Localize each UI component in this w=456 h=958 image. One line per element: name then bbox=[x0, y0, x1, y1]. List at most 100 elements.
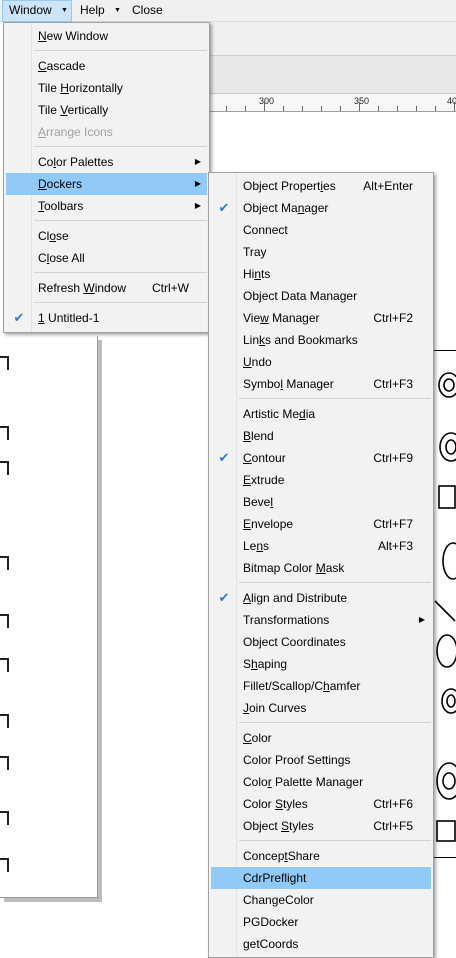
menu-item-label: Toolbars bbox=[38, 199, 84, 213]
menu-item-dockers[interactable]: Dockers ▶ bbox=[6, 173, 207, 195]
menu-item-symbol-manager[interactable]: Symbol Manager Ctrl+F3 bbox=[211, 373, 431, 395]
menu-item-bitmap-color-mask[interactable]: Bitmap Color Mask bbox=[211, 557, 431, 579]
page-mark bbox=[0, 658, 9, 672]
menu-bar: Window ▼ Help ▼ Close bbox=[0, 0, 456, 22]
submenu-arrow-icon: ▶ bbox=[194, 179, 201, 188]
menu-item-label: Object Manager bbox=[243, 201, 329, 215]
menu-help[interactable]: Help bbox=[74, 0, 111, 22]
menu-separator bbox=[34, 146, 207, 147]
page-mark bbox=[0, 356, 9, 370]
menu-item-contour[interactable]: ✔ Contour Ctrl+F9 bbox=[211, 447, 431, 469]
menu-item-blend[interactable]: Blend bbox=[211, 425, 431, 447]
dropdown-arrow-icon[interactable]: ▼ bbox=[61, 0, 68, 22]
menu-item-artistic-media[interactable]: Artistic Media bbox=[211, 403, 431, 425]
menu-separator bbox=[239, 582, 431, 583]
menu-item-view-manager[interactable]: View Manager Ctrl+F2 bbox=[211, 307, 431, 329]
drawing-page-right bbox=[432, 350, 456, 858]
ruler-tick bbox=[397, 106, 398, 111]
menu-item-untitled-1[interactable]: ✔ 1 Untitled-1 bbox=[6, 307, 207, 329]
submenu-arrow-icon: ▶ bbox=[194, 201, 201, 210]
menu-item-conceptshare[interactable]: ConceptShare bbox=[211, 845, 431, 867]
dockers-submenu: Object Properties Alt+Enter ✔ Object Man… bbox=[208, 172, 434, 958]
menu-item-shortcut: Ctrl+F6 bbox=[373, 797, 413, 811]
ruler-label: 300 bbox=[259, 96, 275, 106]
menu-item-label: Transformations bbox=[243, 613, 330, 627]
ruler-tick bbox=[321, 106, 322, 111]
menu-item-tile-horizontally[interactable]: Tile Horizontally bbox=[6, 77, 207, 99]
menu-item-shortcut: Ctrl+W bbox=[152, 281, 189, 295]
menu-item-object-data-manager[interactable]: Object Data Manager bbox=[211, 285, 431, 307]
menu-item-transformations[interactable]: Transformations ▶ bbox=[211, 609, 431, 631]
menu-item-hints[interactable]: Hints bbox=[211, 263, 431, 285]
menu-item-envelope[interactable]: Envelope Ctrl+F7 bbox=[211, 513, 431, 535]
menu-item-label: Color Styles bbox=[243, 797, 308, 811]
menu-item-label: Join Curves bbox=[243, 701, 307, 715]
menu-item-cdrpreflight[interactable]: CdrPreflight bbox=[211, 867, 431, 889]
menu-item-lens[interactable]: Lens Alt+F3 bbox=[211, 535, 431, 557]
menu-item-toolbars[interactable]: Toolbars ▶ bbox=[6, 195, 207, 217]
menu-item-label: Color bbox=[243, 731, 272, 745]
menu-window-label: Window bbox=[9, 3, 52, 17]
menu-item-tile-vertically[interactable]: Tile Vertically bbox=[6, 99, 207, 121]
menu-item-fillet-scallop-chamfer[interactable]: Fillet/Scallop/Chamfer bbox=[211, 675, 431, 697]
menu-item-label: Artistic Media bbox=[243, 407, 316, 421]
ruler-tick bbox=[245, 106, 246, 111]
menu-item-new-window[interactable]: New Window bbox=[6, 25, 207, 47]
menu-item-getcoords[interactable]: getCoords bbox=[211, 933, 431, 955]
menu-item-color-proof-settings[interactable]: Color Proof Settings bbox=[211, 749, 431, 771]
menu-item-object-properties[interactable]: Object Properties Alt+Enter bbox=[211, 175, 431, 197]
ruler-tick bbox=[454, 102, 455, 111]
page-mark bbox=[0, 811, 9, 825]
menu-item-object-styles[interactable]: Object Styles Ctrl+F5 bbox=[211, 815, 431, 837]
menu-separator bbox=[34, 50, 207, 51]
menu-close[interactable]: Close bbox=[126, 0, 169, 22]
menu-item-object-manager[interactable]: ✔ Object Manager bbox=[211, 197, 431, 219]
checkmark-icon: ✔ bbox=[218, 450, 230, 465]
menu-item-label: Extrude bbox=[243, 473, 285, 487]
menu-item-cascade[interactable]: Cascade bbox=[6, 55, 207, 77]
document-tab-strip bbox=[208, 56, 456, 94]
menu-item-bevel[interactable]: Bevel bbox=[211, 491, 431, 513]
menu-item-color-palette-manager[interactable]: Color Palette Manager bbox=[211, 771, 431, 793]
menu-item-label: Contour bbox=[243, 451, 286, 465]
menu-item-color[interactable]: Color bbox=[211, 727, 431, 749]
menu-item-tray[interactable]: Tray bbox=[211, 241, 431, 263]
menu-item-object-coordinates[interactable]: Object Coordinates bbox=[211, 631, 431, 653]
menu-item-undo[interactable]: Undo bbox=[211, 351, 431, 373]
menu-item-links-and-bookmarks[interactable]: Links and Bookmarks bbox=[211, 329, 431, 351]
menu-item-label: Fillet/Scallop/Chamfer bbox=[243, 679, 361, 693]
checkmark-icon: ✔ bbox=[13, 310, 25, 325]
menu-item-shaping[interactable]: Shaping bbox=[211, 653, 431, 675]
page-mark bbox=[0, 426, 9, 440]
menu-item-label: Tile Horizontally bbox=[38, 81, 123, 95]
menu-item-extrude[interactable]: Extrude bbox=[211, 469, 431, 491]
menu-item-changecolor[interactable]: ChangeColor bbox=[211, 889, 431, 911]
menu-item-label: New Window bbox=[38, 29, 109, 43]
dropdown-arrow-icon[interactable]: ▼ bbox=[114, 0, 121, 22]
ruler-tick bbox=[435, 106, 436, 111]
ruler-tick bbox=[226, 106, 227, 111]
ruler-tick bbox=[264, 102, 265, 111]
ruler-tick bbox=[302, 106, 303, 111]
menu-item-shortcut: Ctrl+F5 bbox=[373, 819, 413, 833]
menu-item-close-all[interactable]: Close All bbox=[6, 247, 207, 269]
ruler-tick bbox=[416, 106, 417, 111]
menu-item-refresh-window[interactable]: Refresh Window Ctrl+W bbox=[6, 277, 207, 299]
menu-item-label: 1 Untitled-1 bbox=[38, 311, 100, 325]
menu-item-color-styles[interactable]: Color Styles Ctrl+F6 bbox=[211, 793, 431, 815]
menu-separator bbox=[34, 302, 207, 303]
menu-item-pgdocker[interactable]: PGDocker bbox=[211, 911, 431, 933]
menu-item-label: Color Proof Settings bbox=[243, 753, 351, 767]
menu-item-label: ChangeColor bbox=[243, 893, 314, 907]
menu-item-label: Object Properties bbox=[243, 179, 336, 193]
menu-item-color-palettes[interactable]: Color Palettes ▶ bbox=[6, 151, 207, 173]
menu-item-label: Color Palette Manager bbox=[243, 775, 364, 789]
ruler-tick bbox=[378, 106, 379, 111]
menu-item-label: Shaping bbox=[243, 657, 288, 671]
menu-item-join-curves[interactable]: Join Curves bbox=[211, 697, 431, 719]
menu-item-connect[interactable]: Connect bbox=[211, 219, 431, 241]
ruler-label: 350 bbox=[354, 96, 370, 106]
menu-item-close[interactable]: Close bbox=[6, 225, 207, 247]
drawing-page-left bbox=[0, 336, 98, 898]
menu-item-align-and-distribute[interactable]: ✔ Align and Distribute bbox=[211, 587, 431, 609]
